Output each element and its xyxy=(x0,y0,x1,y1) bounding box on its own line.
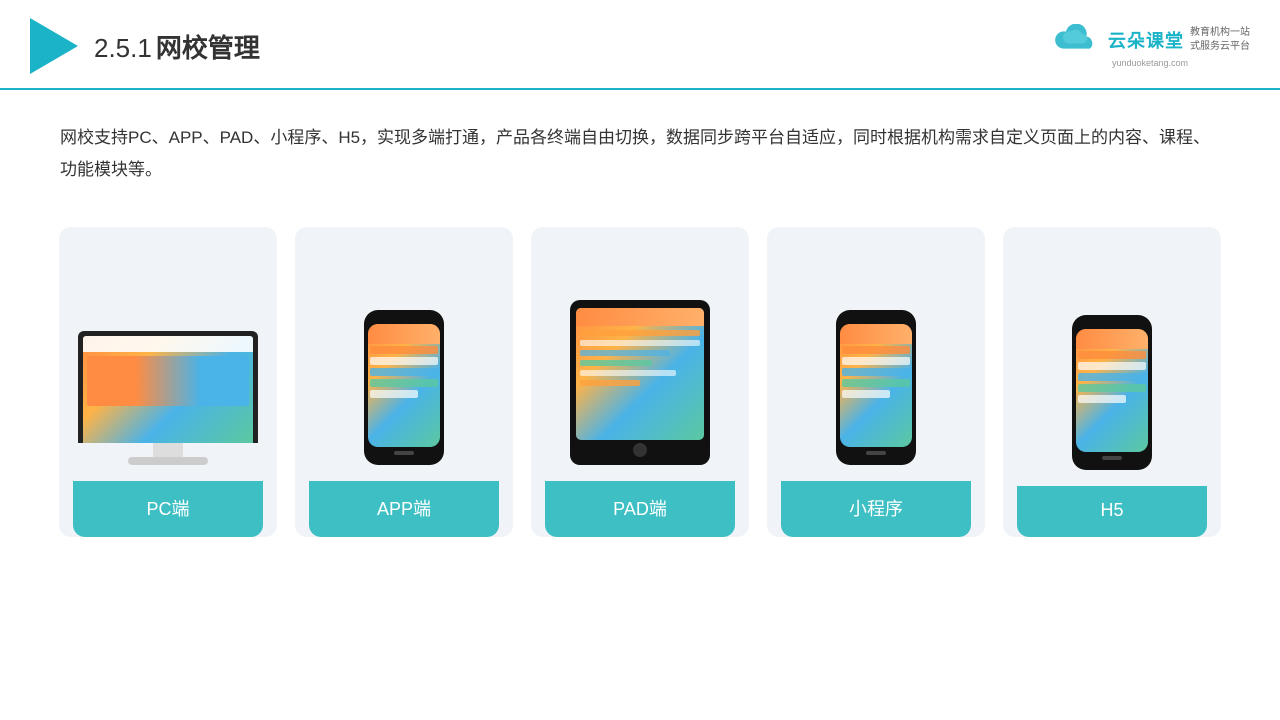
card-app: APP端 xyxy=(295,227,513,537)
card-pad: PAD端 xyxy=(531,227,749,537)
pc-screen-lines xyxy=(87,358,249,404)
title-text: 网校管理 xyxy=(156,33,260,63)
card-label-pad: PAD端 xyxy=(545,481,735,537)
card-pc: PC端 xyxy=(59,227,277,537)
tl3 xyxy=(580,350,670,356)
pb3 xyxy=(370,368,438,376)
pc-screen-inner xyxy=(83,336,253,443)
mb1 xyxy=(842,346,910,354)
description-text: 网校支持PC、APP、PAD、小程序、H5，实现多端打通，产品各终端自由切换，数… xyxy=(0,90,1280,207)
card-label-pc: PC端 xyxy=(73,481,263,537)
pb2 xyxy=(370,357,438,365)
brand-logo: 云朵课堂 教育机构一站 式服务云平台 yunduoketang.com xyxy=(1050,24,1250,68)
card-label-app: APP端 xyxy=(309,481,499,537)
phone-content-app xyxy=(370,346,438,398)
tl1 xyxy=(580,330,700,336)
phone-content-h5 xyxy=(1078,351,1146,403)
phone-mockup-app xyxy=(364,310,444,465)
phone-home-app xyxy=(394,451,414,455)
description-paragraph: 网校支持PC、APP、PAD、小程序、H5，实现多端打通，产品各终端自由切换，数… xyxy=(60,122,1220,187)
pc-mockup xyxy=(78,331,258,465)
pc-line-4 xyxy=(87,388,217,394)
logo-icon xyxy=(30,18,78,74)
card-label-mini: 小程序 xyxy=(781,481,971,537)
tablet-screen xyxy=(576,308,704,440)
tl4 xyxy=(580,360,652,366)
hb3 xyxy=(1078,373,1146,381)
hb4 xyxy=(1078,384,1146,392)
cards-area: PC端 APP端 xyxy=(0,207,1280,537)
brand-slogan: 教育机构一站 式服务云平台 xyxy=(1190,26,1250,54)
tl5 xyxy=(580,370,676,376)
phone-notch-app xyxy=(392,314,416,320)
phone-home-h5 xyxy=(1102,456,1122,460)
page-title: 2.5.1网校管理 xyxy=(94,28,260,65)
tablet-mockup xyxy=(570,300,710,465)
card-mini: 小程序 xyxy=(767,227,985,537)
pad-image xyxy=(545,247,735,465)
hb2 xyxy=(1078,362,1146,370)
pc-line-5 xyxy=(87,398,184,404)
header-left: 2.5.1网校管理 xyxy=(30,18,260,74)
phone-mockup-mini xyxy=(836,310,916,465)
phone-home-mini xyxy=(866,451,886,455)
pc-line-3 xyxy=(87,378,176,384)
phone-screen-app xyxy=(368,324,440,447)
hb1 xyxy=(1078,351,1146,359)
phone-notch-h5 xyxy=(1100,319,1124,325)
pc-image xyxy=(73,247,263,465)
cloud-icon xyxy=(1050,24,1102,56)
mb4 xyxy=(842,379,910,387)
tl6 xyxy=(580,380,640,386)
card-h5: H5 xyxy=(1003,227,1221,537)
pb5 xyxy=(370,390,418,398)
hb5 xyxy=(1078,395,1126,403)
pc-screen-outer xyxy=(78,331,258,443)
mb5 xyxy=(842,390,890,398)
title-number: 2.5.1 xyxy=(94,33,152,63)
pc-base xyxy=(128,457,208,465)
card-label-h5: H5 xyxy=(1017,486,1207,537)
mini-image xyxy=(781,247,971,465)
mb2 xyxy=(842,357,910,365)
page-header: 2.5.1网校管理 云朵课堂 教育机构一站 式服务云平台 yunduoketan… xyxy=(0,0,1280,90)
mb3 xyxy=(842,368,910,376)
tablet-home xyxy=(633,443,647,457)
h5-image xyxy=(1017,247,1207,470)
tablet-lines xyxy=(580,330,700,386)
tl2 xyxy=(580,340,700,346)
app-image xyxy=(309,247,499,465)
phone-screen-h5 xyxy=(1076,329,1148,452)
pc-line-1 xyxy=(87,358,249,364)
brand-name: 云朵课堂 xyxy=(1108,27,1184,53)
phone-mockup-h5 xyxy=(1072,315,1152,470)
pb4 xyxy=(370,379,438,387)
brand-row: 云朵课堂 教育机构一站 式服务云平台 xyxy=(1050,24,1250,56)
brand-url: yunduoketang.com xyxy=(1112,58,1188,68)
phone-notch-mini xyxy=(864,314,888,320)
phone-screen-mini xyxy=(840,324,912,447)
phone-content-mini xyxy=(842,346,910,398)
pc-neck xyxy=(153,443,183,457)
pc-line-2 xyxy=(87,368,200,374)
pb1 xyxy=(370,346,438,354)
